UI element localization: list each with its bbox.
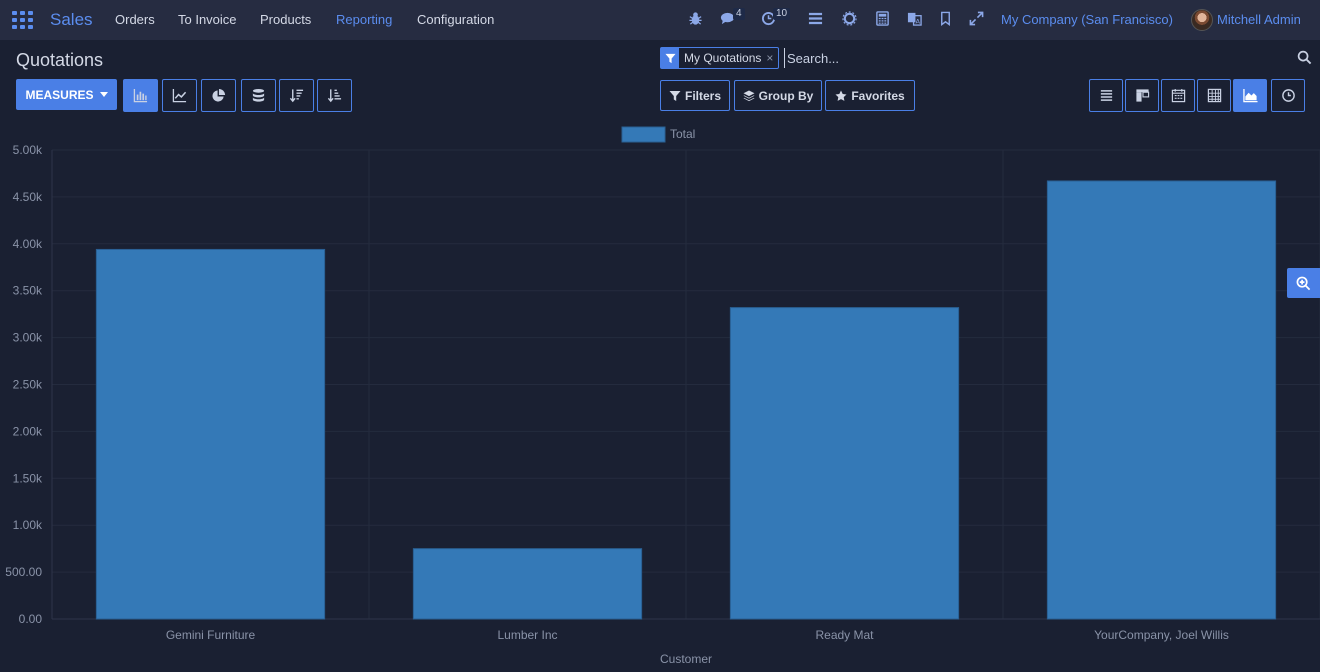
menu-item-to-invoice[interactable]: To Invoice — [178, 12, 237, 27]
user-avatar[interactable] — [1191, 9, 1213, 31]
legend-label: Total — [670, 127, 695, 141]
y-tick-label: 500.00 — [5, 565, 42, 579]
kanban-view-button[interactable] — [1125, 79, 1159, 112]
database-stack-icon — [252, 88, 265, 102]
measures-dropdown-button[interactable]: MEASURES — [16, 79, 117, 110]
filters-button[interactable]: Filters — [660, 80, 730, 111]
translate-icon[interactable]: A — [906, 11, 922, 27]
page-title: Quotations — [16, 50, 104, 70]
layers-icon — [743, 90, 755, 101]
search-icon[interactable] — [1297, 50, 1312, 65]
y-tick-label: 5.00k — [13, 143, 43, 157]
star-icon — [835, 90, 847, 101]
menu-item-reporting[interactable]: Reporting — [336, 12, 392, 27]
pie-chart-button[interactable] — [201, 79, 236, 112]
caret-down-icon — [99, 92, 108, 97]
apps-menu-icon[interactable] — [12, 11, 33, 29]
legend-swatch — [621, 126, 666, 143]
y-tick-label: 2.00k — [13, 424, 43, 438]
user-menu[interactable]: Mitchell Admin — [1217, 12, 1313, 27]
search-input[interactable] — [784, 48, 1284, 68]
y-tick-label: 3.50k — [13, 284, 43, 298]
favorites-label: Favorites — [851, 88, 905, 103]
y-tick-label: 4.50k — [13, 190, 43, 204]
list-layout-icon[interactable] — [807, 11, 823, 27]
menu-item-products[interactable]: Products — [260, 12, 311, 27]
calendar-view-button[interactable] — [1161, 79, 1195, 112]
sort-descending-icon — [289, 89, 304, 103]
y-tick-label: 1.00k — [13, 518, 43, 532]
stacked-toggle-button[interactable] — [241, 79, 276, 112]
menu-item-configuration[interactable]: Configuration — [417, 12, 494, 27]
calculator-icon[interactable] — [874, 11, 890, 27]
area-chart-icon — [1242, 88, 1258, 103]
sort-descending-button[interactable] — [279, 79, 314, 112]
sort-ascending-button[interactable] — [317, 79, 352, 112]
bar-chart-button[interactable] — [123, 79, 158, 112]
list-view-button[interactable] — [1089, 79, 1123, 112]
search-facet: My Quotations × — [660, 47, 780, 69]
activities-count-badge: 10 — [773, 8, 791, 20]
filters-label: Filters — [684, 88, 721, 103]
y-tick-label: 0.00 — [19, 612, 43, 626]
favorites-button[interactable]: Favorites — [825, 80, 915, 111]
activity-clock-icon — [1281, 89, 1295, 102]
bar-chart-icon — [133, 88, 148, 103]
y-tick-label: 1.50k — [13, 471, 43, 485]
zoom-in-icon — [1296, 276, 1311, 290]
line-chart-icon — [172, 88, 187, 103]
bookmark-icon[interactable] — [937, 11, 953, 27]
zoom-in-button[interactable] — [1287, 268, 1320, 298]
pie-chart-icon — [212, 88, 226, 102]
measures-label: MEASURES — [25, 87, 94, 102]
y-tick-label: 3.00k — [13, 331, 43, 345]
kanban-view-icon — [1135, 89, 1149, 102]
bar — [729, 307, 960, 620]
calendar-view-icon — [1171, 88, 1185, 103]
facet-remove-icon[interactable]: × — [766, 51, 778, 65]
x-tick-label: Gemini Furniture — [166, 628, 256, 642]
filter-funnel-icon — [661, 48, 679, 68]
y-tick-label: 2.50k — [13, 378, 43, 392]
app-brand[interactable]: Sales — [50, 10, 93, 30]
x-axis-title: Customer — [660, 652, 712, 666]
debug-bug-icon[interactable] — [687, 11, 703, 27]
company-switcher[interactable]: My Company (San Francisco) — [1001, 12, 1173, 27]
y-tick-label: 4.00k — [13, 237, 43, 251]
line-chart-button[interactable] — [162, 79, 197, 112]
list-view-icon — [1100, 90, 1112, 101]
filter-funnel-icon — [669, 90, 681, 101]
group-by-button[interactable]: Group By — [734, 80, 822, 111]
bar — [95, 248, 326, 620]
sort-ascending-icon — [327, 89, 342, 103]
search-facet-label: My Quotations — [684, 51, 762, 65]
graph-chart: 0.00 500.00 1.00k 1.50k 2.00k 2.50k 3.00k 3.50k… — [0, 120, 1320, 672]
bar — [412, 548, 643, 620]
pivot-view-button[interactable] — [1197, 79, 1231, 112]
top-navbar: Sales Orders To Invoice Products Reporti… — [0, 0, 1320, 40]
pivot-table-icon — [1207, 88, 1221, 103]
search-bar: My Quotations × — [660, 46, 1312, 70]
activity-view-button[interactable] — [1271, 79, 1305, 112]
bar-chart-svg: 0.00 500.00 1.00k 1.50k 2.00k 2.50k 3.00k 3.50k… — [5, 126, 1320, 666]
graph-view-button[interactable] — [1233, 79, 1267, 112]
svg-text:A: A — [915, 18, 920, 26]
messages-count-badge: 4 — [733, 8, 745, 20]
x-tick-label: Lumber Inc — [497, 628, 557, 642]
group-by-label: Group By — [758, 88, 814, 103]
x-tick-label: Ready Mat — [815, 628, 874, 642]
menu-item-orders[interactable]: Orders — [115, 12, 155, 27]
bar — [1046, 180, 1277, 620]
x-tick-label: YourCompany, Joel Willis — [1094, 628, 1229, 642]
fullscreen-expand-icon[interactable] — [968, 11, 984, 27]
settings-gear-icon[interactable] — [841, 11, 857, 27]
